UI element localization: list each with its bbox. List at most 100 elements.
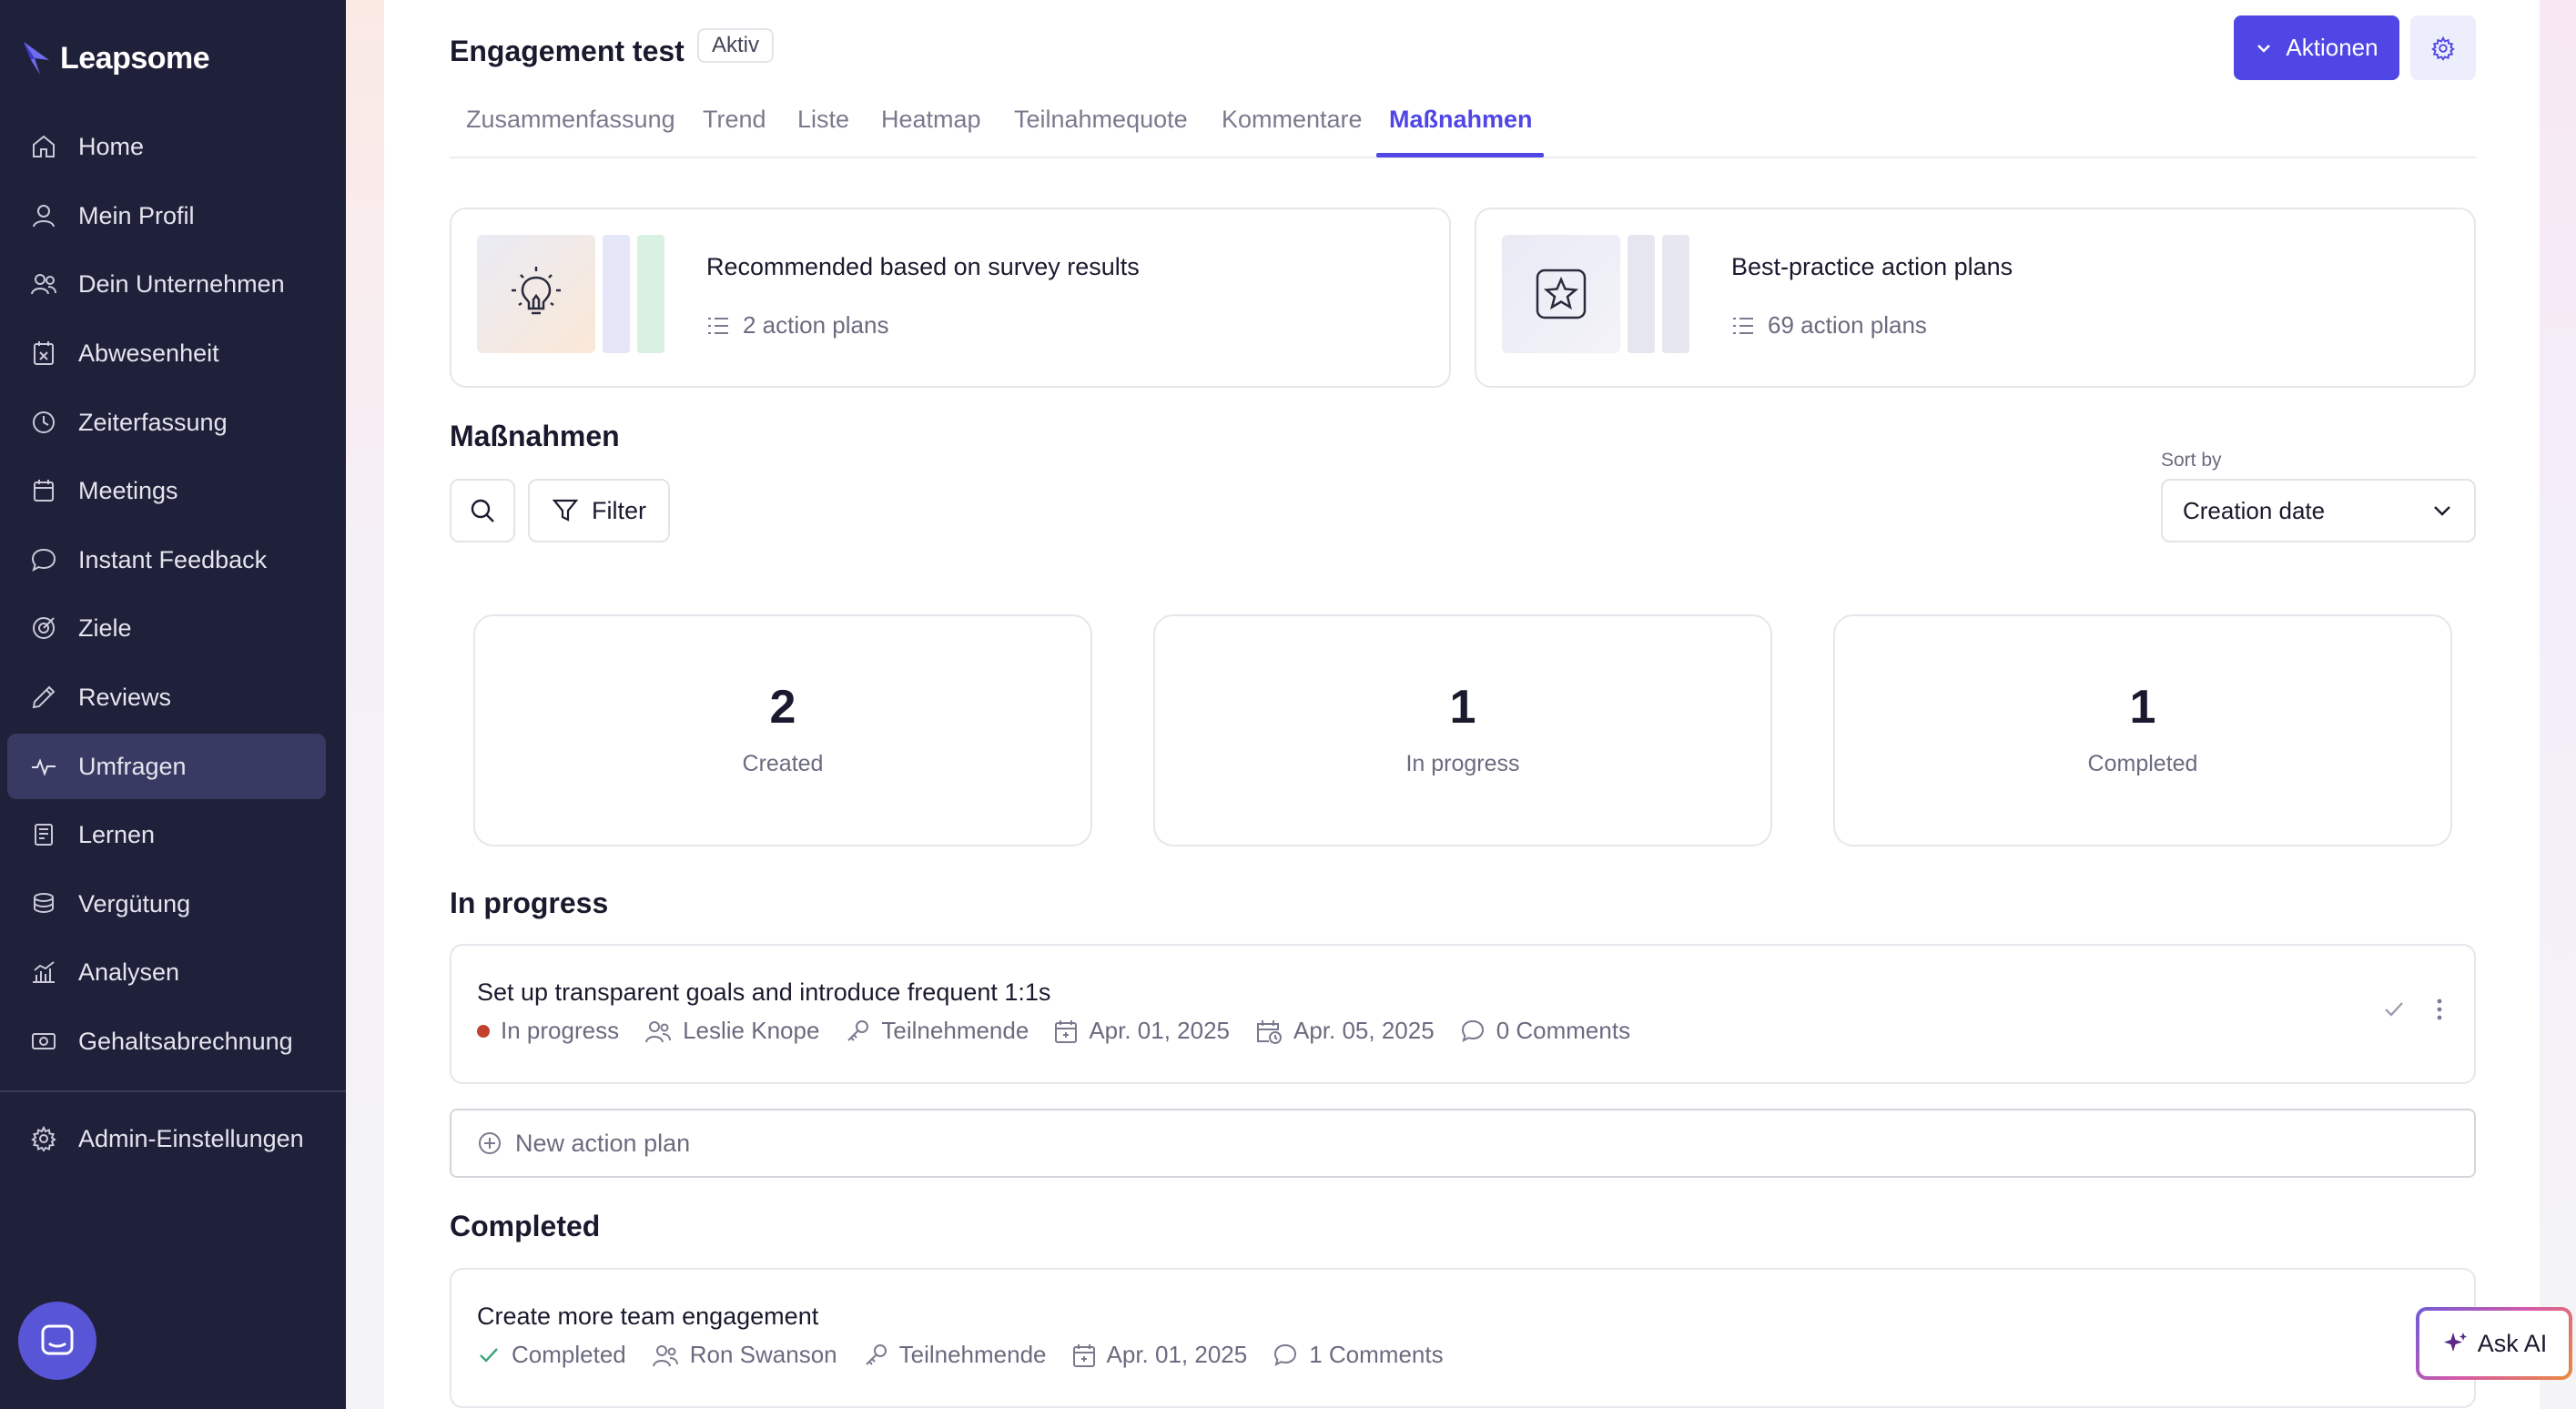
plan-comments[interactable]: 1 Comments [1273,1341,1444,1369]
home-icon [33,135,55,157]
plan-status[interactable]: Completed [477,1341,626,1369]
plan-start-date[interactable]: Apr. 01, 2025 [1054,1017,1230,1045]
action-plan-title[interactable]: Set up transparent goals and introduce f… [477,978,1050,1007]
sidebar-item-reviews[interactable]: Reviews [7,664,326,730]
active-tab-indicator [1376,153,1544,157]
best-practice-action-plans-card[interactable]: Best-practice action plans 69 action pla… [1475,208,2476,388]
background-gradient-left [346,0,384,1409]
tab-massnahmen[interactable]: Maßnahmen [1389,106,1533,134]
stat-label: Created [742,751,824,776]
page-title: Engagement test [450,35,685,67]
action-plan-count: 2 action plans [743,311,889,339]
sidebar-item-gehaltsabrechnung[interactable]: Gehaltsabrechnung [7,1009,326,1074]
plan-comments-count: 1 Comments [1309,1341,1444,1368]
sidebar-item-umfragen[interactable]: Umfragen [7,734,326,799]
tab-heatmap[interactable]: Heatmap [881,106,981,134]
status-badge: Aktiv [697,28,775,63]
target-icon [33,617,55,639]
tab-kommentare[interactable]: Kommentare [1222,106,1363,134]
sidebar-item-home[interactable]: Home [7,114,326,179]
stat-label: Completed [2087,751,2198,776]
action-plan-card[interactable]: Set up transparent goals and introduce f… [450,944,2476,1084]
sidebar-item-label: Lernen [78,820,156,848]
filter-button[interactable]: Filter [528,479,670,542]
plan-audience[interactable]: Teilnehmende [863,1341,1047,1369]
tab-liste[interactable]: Liste [797,106,849,134]
sidebar-item-admin-einstellungen[interactable]: Admin-Einstellungen [7,1106,326,1171]
actions-button[interactable]: Aktionen [2234,15,2399,80]
sidebar-item-label: Abwesenheit [78,339,219,367]
more-vertical-icon[interactable] [2434,997,2445,1022]
plan-owner[interactable]: Leslie Knope [644,1017,819,1045]
user-icon [33,205,55,228]
sidebar-item-label: Admin-Einstellungen [78,1124,304,1152]
search-icon [471,499,494,522]
plan-comments[interactable]: 0 Comments [1460,1017,1630,1045]
sidebar-item-ziele[interactable]: Ziele [7,595,326,661]
stat-label: In progress [1405,751,1520,776]
sidebar-item-analysen[interactable]: Analysen [7,939,326,1005]
new-action-plan-button[interactable]: New action plan [450,1109,2476,1178]
promo-title: Recommended based on survey results [706,253,1140,280]
sidebar-item-zeiterfassung[interactable]: Zeiterfassung [7,390,326,455]
sidebar-item-label: Meetings [78,476,178,504]
plus-circle-icon [479,1132,501,1154]
settings-button[interactable] [2410,15,2476,80]
plan-due-date-value: Apr. 05, 2025 [1293,1017,1435,1044]
stat-value: 1 [2129,681,2156,734]
sidebar-item-label: Gehaltsabrechnung [78,1027,293,1055]
sidebar-item-label: Home [78,132,145,160]
tab-zusammenfassung[interactable]: Zusammenfassung [466,106,675,134]
support-chat-button[interactable] [18,1302,96,1380]
recommended-action-plans-card[interactable]: Recommended based on survey results 2 ac… [450,208,1451,388]
check-icon [480,1347,498,1363]
coins-icon [34,893,54,914]
plan-start-date-value: Apr. 01, 2025 [1106,1341,1248,1368]
logo-text: Leapsome [60,40,210,76]
sidebar-item-lernen[interactable]: Lernen [7,802,326,867]
background-gradient-right [2540,0,2576,1409]
measures-section-title: Maßnahmen [450,420,620,452]
sidebar-item-mein-profil[interactable]: Mein Profil [7,183,326,248]
calendar-icon [34,480,54,502]
chat-icon [31,548,56,573]
action-plan-title[interactable]: Create more team engagement [477,1303,818,1331]
sidebar-item-label: Ziele [78,613,132,642]
thumbnail-strip [637,235,664,353]
ask-ai-button[interactable]: Ask AI [2416,1307,2572,1380]
sidebar-item-label: Reviews [78,683,172,711]
sidebar-item-dein-unternehmen[interactable]: Dein Unternehmen [7,251,326,317]
plan-owner[interactable]: Ron Swanson [652,1341,837,1369]
key-icon [847,1019,869,1041]
tab-bar: Zusammenfassung Trend Liste Heatmap Teil… [450,98,2476,158]
sidebar-item-abwesenheit[interactable]: Abwesenheit [7,320,326,386]
action-plan-card[interactable]: Create more team engagement Completed Ro… [450,1268,2476,1408]
thumbnail-strip [1628,235,1655,353]
users-icon [31,274,56,295]
tab-teilnahmequote[interactable]: Teilnahmequote [1014,106,1188,134]
chevron-down-icon [2257,44,2271,53]
check-icon[interactable] [2381,997,2407,1022]
leapsome-logo[interactable]: Leapsome [22,40,210,76]
users-icon [645,1020,672,1042]
plan-audience-label: Teilnehmende [898,1341,1047,1368]
sidebar-item-instant-feedback[interactable]: Instant Feedback [7,527,326,593]
plan-due-date[interactable]: Apr. 05, 2025 [1255,1017,1435,1045]
plan-start-date[interactable]: Apr. 01, 2025 [1072,1341,1248,1369]
in-progress-section-title: In progress [450,887,609,919]
tab-trend[interactable]: Trend [703,106,766,134]
sidebar-item-verguetung[interactable]: Vergütung [7,871,326,937]
plan-owner-name: Ron Swanson [689,1341,837,1368]
plan-audience-label: Teilnehmende [881,1017,1029,1044]
plan-status[interactable]: In progress [477,1017,619,1045]
stat-value: 1 [1449,681,1476,734]
sidebar-item-meetings[interactable]: Meetings [7,458,326,523]
actions-button-label: Aktionen [2286,34,2378,61]
calendar-x-icon [34,341,54,365]
sidebar: Leapsome Home Mein Profil Dein Unternehm… [0,0,346,1409]
search-button[interactable] [450,479,515,542]
sort-select[interactable]: Creation date [2161,479,2476,542]
sort-select-value: Creation date [2183,496,2326,524]
plan-audience[interactable]: Teilnehmende [845,1017,1029,1045]
chevron-down-icon [2434,506,2450,516]
